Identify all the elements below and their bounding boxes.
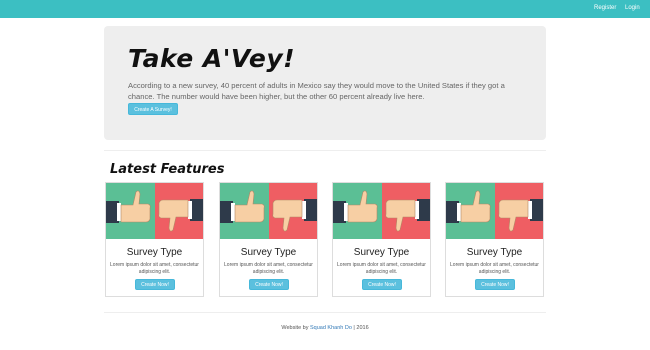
card-text: Lorem ipsum dolor sit amet, consectetur … (337, 262, 426, 275)
footer-prefix: Website by (281, 325, 310, 331)
create-now-button[interactable]: Create Now! (249, 279, 289, 290)
register-link[interactable]: Register (594, 5, 616, 11)
create-now-button[interactable]: Create Now! (475, 279, 515, 290)
thumbs-up-down-icon (106, 183, 203, 239)
feature-card: Survey Type Lorem ipsum dolor sit amet, … (105, 182, 204, 297)
card-title: Survey Type (466, 247, 523, 258)
thumbs-up-down-icon (446, 183, 543, 239)
feature-card: Survey Type Lorem ipsum dolor sit amet, … (445, 182, 544, 297)
create-now-button[interactable]: Create Now! (135, 279, 175, 290)
card-title: Survey Type (353, 247, 410, 258)
top-navbar: Register Login (0, 0, 650, 18)
create-survey-button[interactable]: Create A Survey! (128, 103, 178, 115)
card-title: Survey Type (126, 247, 183, 258)
hero-jumbotron: Take A'Vey! According to a new survey, 4… (104, 26, 546, 140)
feature-card: Survey Type Lorem ipsum dolor sit amet, … (219, 182, 318, 297)
divider (104, 150, 546, 151)
thumbs-up-down-icon (220, 183, 317, 239)
hero-text: According to a new survey, 40 percent of… (128, 81, 505, 101)
create-now-button[interactable]: Create Now! (362, 279, 402, 290)
card-text: Lorem ipsum dolor sit amet, consectetur … (224, 262, 313, 275)
feature-card: Survey Type Lorem ipsum dolor sit amet, … (332, 182, 431, 297)
footer-suffix: | 2016 (351, 325, 369, 331)
section-title: Latest Features (110, 162, 225, 177)
hero-title: Take A'Vey! (128, 44, 296, 73)
login-link[interactable]: Login (625, 5, 640, 11)
card-text: Lorem ipsum dolor sit amet, consectetur … (110, 262, 199, 275)
thumbs-up-down-icon (333, 183, 430, 239)
divider (104, 312, 546, 313)
footer: Website by Squad Khanh Do | 2016 (0, 325, 650, 331)
card-title: Survey Type (240, 247, 297, 258)
author-link[interactable]: Squad Khanh Do (310, 325, 352, 331)
card-text: Lorem ipsum dolor sit amet, consectetur … (450, 262, 539, 275)
